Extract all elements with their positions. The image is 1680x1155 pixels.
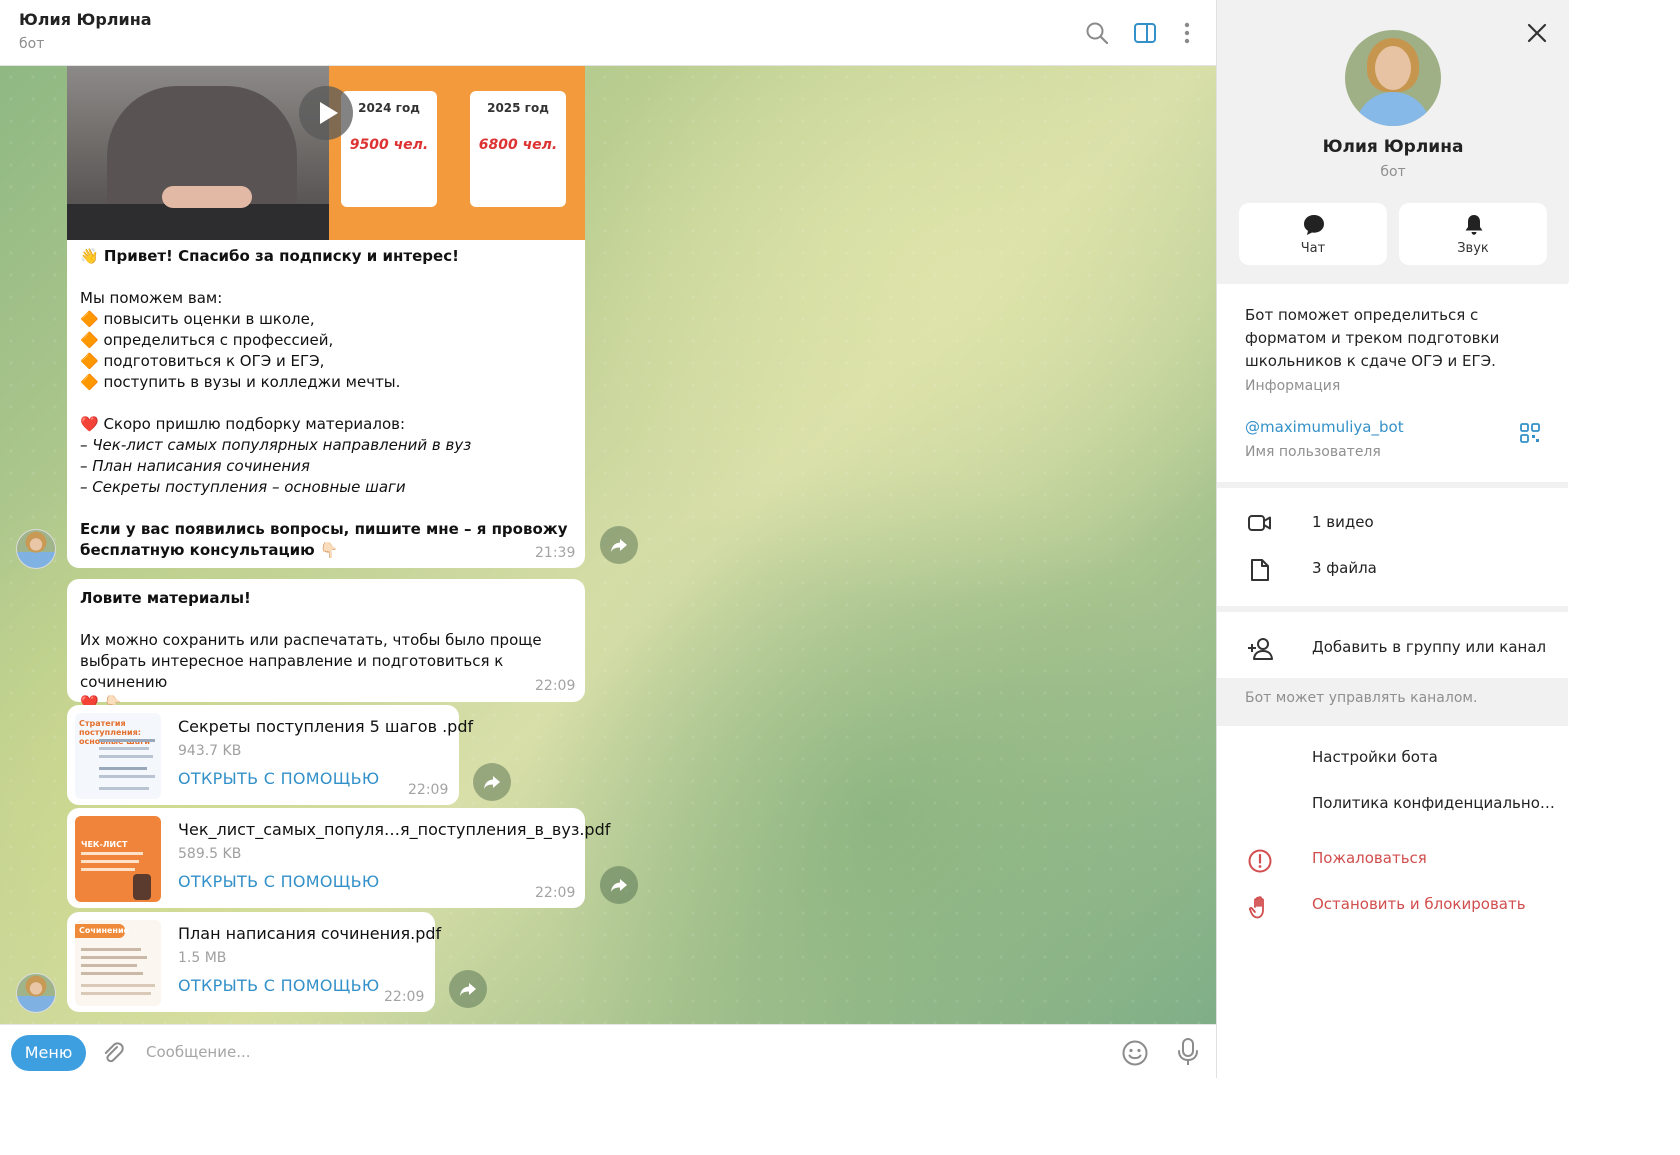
message-time: 21:39 [535,545,576,561]
info-label: Информация [1245,378,1341,394]
play-button[interactable] [299,86,353,140]
channel-note: Бот может управлять каналом. [1245,690,1478,706]
sender-avatar[interactable] [16,973,56,1013]
video-thumbnail[interactable]: 2024 год 9500 чел. 2025 год 6800 чел. [67,66,585,240]
sound-action-button[interactable]: Звук [1399,203,1547,265]
file-message: Стратегия поступления: основные шаги Сек… [67,705,473,805]
profile-header: Юлия Юрлина бот Чат Звук [1217,0,1569,282]
hand-stop-icon [1249,896,1264,919]
profile-role: бот [1380,164,1406,180]
file-name[interactable]: Секреты поступления 5 шагов .pdf [178,717,473,736]
message-time: 22:09 [408,782,449,798]
bot-settings-row[interactable]: Настройки бота [1217,735,1569,781]
file-message: Сочинение План написания сочинения.pdf 1… [67,912,441,1012]
chat-area: Юлия Юрлина бот 2024 год 9500 чел. 2025 … [0,0,1216,1078]
message-time: 22:09 [535,678,576,694]
forward-icon [611,879,627,892]
file-thumbnail[interactable]: ЧЕК-ЛИСТ [75,816,161,902]
sidebar-toggle-icon[interactable] [1132,20,1158,46]
video-frame-stats: 2024 год 9500 чел. 2025 год 6800 чел. [329,66,585,240]
forward-button[interactable] [600,866,638,904]
close-icon[interactable] [1517,20,1557,46]
sender-avatar[interactable] [16,529,56,569]
add-user-icon [1248,638,1273,660]
file-message: ЧЕК-ЛИСТ Чек_лист_самых_популя…я_поступл… [67,808,610,908]
emoji-icon[interactable] [1121,1039,1149,1067]
username-link[interactable]: @maximumuliya_bot [1245,418,1404,436]
file-size: 943.7 KB [178,743,242,759]
bell-icon [1465,215,1483,235]
block-button[interactable]: Остановить и блокировать [1217,882,1569,928]
chat-subtitle: бот [19,36,45,52]
profile-name: Юлия Юрлина [1322,137,1464,157]
file-size: 589.5 KB [178,846,242,862]
microphone-icon[interactable] [1176,1037,1200,1067]
chat-header: Юлия Юрлина бот [0,0,1216,66]
message-input[interactable] [136,1035,1086,1069]
search-icon[interactable] [1084,20,1110,46]
forward-button[interactable] [449,970,487,1008]
open-with-button[interactable]: ОТКРЫТЬ С ПОМОЩЬЮ [178,872,379,891]
add-to-group-button[interactable]: Добавить в группу или канал [1217,625,1569,671]
username-label: Имя пользователя [1245,444,1381,460]
forward-button[interactable] [473,763,511,801]
message-text: Ловите материалы! Их можно сохранить или… [80,589,542,712]
file-thumbnail[interactable]: Сочинение [75,920,161,1006]
message-bubble: Ловите материалы! Их можно сохранить или… [67,579,585,712]
bot-menu-button[interactable]: Меню [11,1035,86,1071]
chat-title[interactable]: Юлия Юрлина [19,10,152,29]
video-icon [1248,515,1271,531]
qr-code-icon[interactable] [1519,422,1541,444]
open-with-button[interactable]: ОТКРЫТЬ С ПОМОЩЬЮ [178,769,379,788]
forward-button[interactable] [600,526,638,564]
profile-panel: Юлия Юрлина бот Чат Звук Бот поможет опр… [1216,0,1569,1078]
privacy-policy-row[interactable]: Политика конфиденциальност... [1217,781,1569,827]
report-button[interactable]: Пожаловаться [1217,836,1569,882]
add-group-section: Добавить в группу или канал [1217,612,1569,678]
bot-description: Бот поможет определиться с форматом и тр… [1245,306,1500,370]
message-composer: Меню [0,1024,1216,1078]
message-time: 22:09 [535,885,576,901]
media-section: 1 видео 3 файла [1217,488,1569,606]
warning-icon [1248,849,1272,873]
profile-avatar[interactable] [1345,30,1441,126]
chat-icon [1304,215,1324,235]
open-with-button[interactable]: ОТКРЫТЬ С ПОМОЩЬЮ [178,976,379,995]
chat-action-button[interactable]: Чат [1239,203,1387,265]
video-frame-person [67,66,329,240]
bot-actions-section: Настройки бота Политика конфиденциальнос… [1217,726,1569,1078]
attach-icon[interactable] [100,1040,126,1066]
file-name[interactable]: План написания сочинения.pdf [178,924,441,943]
forward-icon [484,776,500,789]
file-name[interactable]: Чек_лист_самых_популя…я_поступления_в_ву… [178,820,610,839]
message-time: 22:09 [384,989,425,1005]
message-bubble: 👋 Привет! Спасибо за подписку и интерес!… [67,240,585,568]
forward-icon [611,539,627,552]
message-text: 👋 Привет! Спасибо за подписку и интерес!… [80,247,568,559]
stat-card-2025: 2025 год 6800 чел. [470,91,566,207]
profile-info-section: Бот поможет определиться с форматом и тр… [1217,284,1569,482]
file-size: 1.5 MB [178,950,227,966]
forward-icon [460,983,476,996]
media-row-files[interactable]: 3 файла [1217,546,1569,592]
media-row-videos[interactable]: 1 видео [1217,500,1569,546]
stat-card-2024: 2024 год 9500 чел. [341,91,437,207]
file-icon [1251,559,1269,581]
file-thumbnail[interactable]: Стратегия поступления: основные шаги [75,713,161,799]
more-menu-icon[interactable] [1174,20,1200,46]
